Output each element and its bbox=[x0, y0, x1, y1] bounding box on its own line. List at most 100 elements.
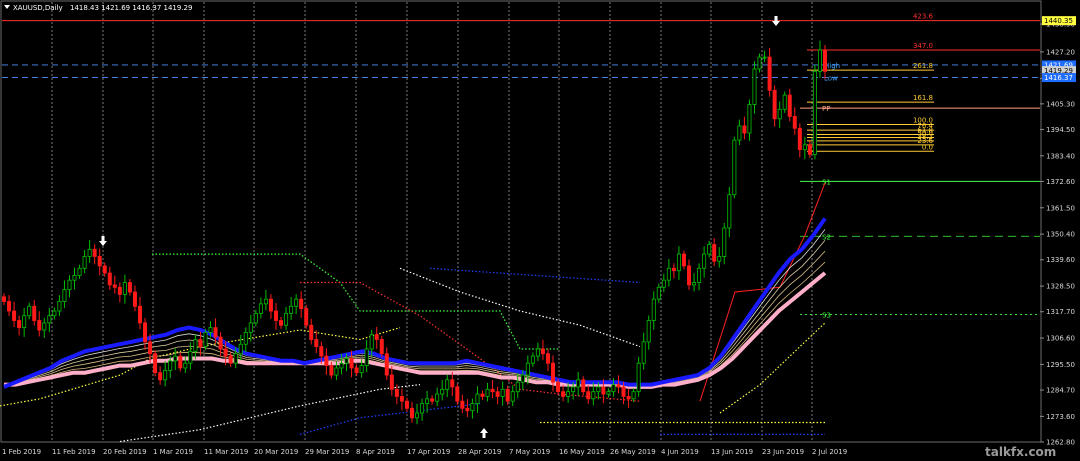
bear-candle bbox=[32, 305, 37, 321]
bear-candle bbox=[561, 391, 566, 397]
bull-candle bbox=[747, 104, 752, 134]
bear-candle bbox=[213, 327, 218, 338]
bull-candle bbox=[470, 403, 475, 412]
y-tick-label: 1383.40 bbox=[1046, 152, 1075, 160]
bull-candle bbox=[777, 108, 782, 120]
bull-candle bbox=[566, 391, 571, 397]
bear-candle bbox=[102, 265, 107, 274]
bull-candle bbox=[425, 398, 430, 404]
bull-candle bbox=[263, 298, 268, 305]
bull-candle bbox=[782, 94, 787, 110]
x-tick-label: 11 Feb 2019 bbox=[52, 448, 96, 456]
bull-candle bbox=[571, 386, 576, 393]
y-tick-label: 1350.40 bbox=[1046, 231, 1075, 239]
bull-candle bbox=[510, 391, 515, 402]
bull-candle bbox=[82, 256, 87, 269]
bull-candle bbox=[702, 253, 707, 269]
bear-candle bbox=[626, 396, 631, 400]
bull-candle bbox=[692, 282, 697, 286]
bull-candle bbox=[57, 301, 62, 312]
bear-candle bbox=[299, 298, 304, 310]
pivot-label: S3 bbox=[822, 312, 831, 320]
bear-candle bbox=[7, 301, 12, 312]
bull-candle bbox=[651, 298, 656, 321]
bear-candle bbox=[314, 339, 319, 348]
bull-candle bbox=[289, 305, 294, 314]
bear-candle bbox=[384, 353, 389, 376]
symbol-label: XAUUSD,Daily bbox=[13, 4, 63, 12]
bull-candle bbox=[435, 393, 440, 402]
bull-candle bbox=[596, 386, 601, 393]
bull-candle bbox=[208, 327, 213, 333]
bear-candle bbox=[143, 322, 148, 343]
bear-candle bbox=[17, 320, 22, 329]
bear-candle bbox=[379, 339, 384, 355]
bull-candle bbox=[122, 282, 127, 295]
x-tick-label: 11 Mar 2019 bbox=[204, 448, 248, 456]
bear-candle bbox=[218, 336, 223, 350]
bull-candle bbox=[248, 322, 253, 333]
watermark: talkfx.com bbox=[985, 445, 1056, 459]
bear-candle bbox=[389, 374, 394, 390]
bear-candle bbox=[354, 367, 359, 374]
symbol-menu-icon[interactable] bbox=[4, 5, 10, 9]
price-tag-label: 1440.35 bbox=[1044, 17, 1073, 25]
bear-candle bbox=[807, 144, 812, 155]
bear-candle bbox=[158, 372, 163, 381]
bear-candle bbox=[279, 320, 284, 326]
bull-candle bbox=[732, 139, 737, 196]
bear-candle bbox=[304, 308, 309, 326]
bear-candle bbox=[490, 388, 495, 393]
bull-candle bbox=[661, 279, 666, 288]
bull-candle bbox=[727, 194, 732, 229]
bear-candle bbox=[742, 125, 747, 134]
bull-candle bbox=[284, 312, 289, 326]
bull-candle bbox=[243, 331, 248, 345]
bear-candle bbox=[92, 248, 97, 257]
bear-candle bbox=[198, 339, 203, 348]
ema-ribbon bbox=[3, 217, 827, 389]
fib-and-pivot-levels: 423.6347.0261.8161.8100.076.461.850.038.… bbox=[2, 13, 1040, 320]
bull-candle bbox=[67, 279, 72, 291]
y-tick-label: 1339.60 bbox=[1046, 256, 1075, 264]
fractal-down-arrow bbox=[772, 16, 780, 26]
bear-candle bbox=[823, 49, 828, 72]
bear-candle bbox=[712, 244, 717, 262]
bear-candle bbox=[349, 358, 354, 369]
bear-candle bbox=[329, 365, 334, 376]
x-tick-label: 20 Feb 2019 bbox=[103, 448, 147, 456]
x-tick-label: 17 Apr 2019 bbox=[407, 448, 450, 456]
trend-dots-white bbox=[399, 267, 641, 348]
bull-candle bbox=[475, 393, 480, 404]
bull-candle bbox=[611, 384, 616, 393]
bull-candle bbox=[485, 388, 490, 397]
bull-candle bbox=[762, 56, 767, 59]
bull-candle bbox=[188, 350, 193, 364]
bear-candle bbox=[450, 379, 455, 388]
y-tick-label: 1394.50 bbox=[1046, 126, 1075, 134]
bull-candle bbox=[636, 362, 641, 393]
bull-candle bbox=[697, 267, 702, 283]
fib-level-label: 347.0 bbox=[913, 42, 933, 50]
bull-candle bbox=[440, 388, 445, 395]
fractal-down-arrow bbox=[99, 236, 107, 246]
x-tick-label: 1 Mar 2019 bbox=[153, 448, 193, 456]
bear-candle bbox=[394, 388, 399, 397]
bear-candle bbox=[268, 298, 273, 312]
bull-candle bbox=[203, 331, 208, 348]
bear-candle bbox=[223, 348, 228, 357]
bear-candle bbox=[409, 407, 414, 419]
bear-candle bbox=[797, 127, 802, 151]
bull-candle bbox=[233, 353, 238, 364]
bear-candle bbox=[430, 398, 435, 402]
bull-candle bbox=[420, 403, 425, 414]
price-chart[interactable]: 423.6347.0261.8161.8100.076.461.850.038.… bbox=[0, 0, 1080, 461]
bull-candle bbox=[515, 381, 520, 393]
bear-candle bbox=[505, 388, 510, 402]
bull-candle bbox=[72, 275, 77, 281]
bull-candle bbox=[253, 312, 258, 324]
bull-candle bbox=[535, 348, 540, 357]
bear-candle bbox=[399, 396, 404, 402]
bull-candle bbox=[344, 358, 349, 364]
bear-candle bbox=[601, 386, 606, 395]
